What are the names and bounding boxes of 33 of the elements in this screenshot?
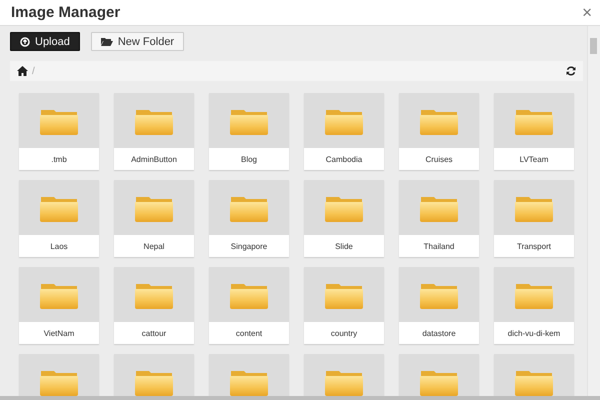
folder-name: Cruises <box>425 154 453 164</box>
folder-name: Cambodia <box>326 154 362 164</box>
folder-name: Blog <box>240 154 257 164</box>
folder-card[interactable] <box>19 354 99 396</box>
folder-name: datastore <box>422 328 456 338</box>
folder-name: AdminButton <box>131 154 177 164</box>
folder-name: Slide <box>335 242 353 250</box>
folder-name: content <box>236 328 262 338</box>
upload-button[interactable]: Upload <box>10 32 80 51</box>
folder-card[interactable] <box>114 354 194 396</box>
upload-icon <box>20 36 30 46</box>
folder-card[interactable] <box>494 354 574 396</box>
folder-name: country <box>330 328 358 338</box>
folder-name: Singapore <box>230 242 268 250</box>
folder-name: Laos <box>50 242 68 250</box>
folder-name: .tmb <box>51 154 67 164</box>
window-title: Image Manager <box>11 4 120 21</box>
folder-card[interactable] <box>399 354 479 396</box>
folder-card[interactable] <box>209 354 289 396</box>
folder-name: Thailand <box>424 242 454 250</box>
breadcrumb-separator: / <box>32 66 35 76</box>
folder-name: Transport <box>517 242 551 250</box>
refresh-icon[interactable] <box>566 66 576 76</box>
new-folder-button[interactable]: New Folder <box>90 32 184 51</box>
folder-icon <box>100 37 113 46</box>
folder-name: LVTeam <box>520 154 548 164</box>
folder-name: cattour <box>142 328 166 338</box>
folder-name: VietNam <box>44 328 74 338</box>
folder-card[interactable] <box>304 354 384 396</box>
folder-name: dich-vu-di-kem <box>508 328 560 338</box>
folder-name: Nepal <box>144 242 164 250</box>
close-button[interactable]: × <box>580 4 594 21</box>
home-icon[interactable] <box>17 66 28 76</box>
